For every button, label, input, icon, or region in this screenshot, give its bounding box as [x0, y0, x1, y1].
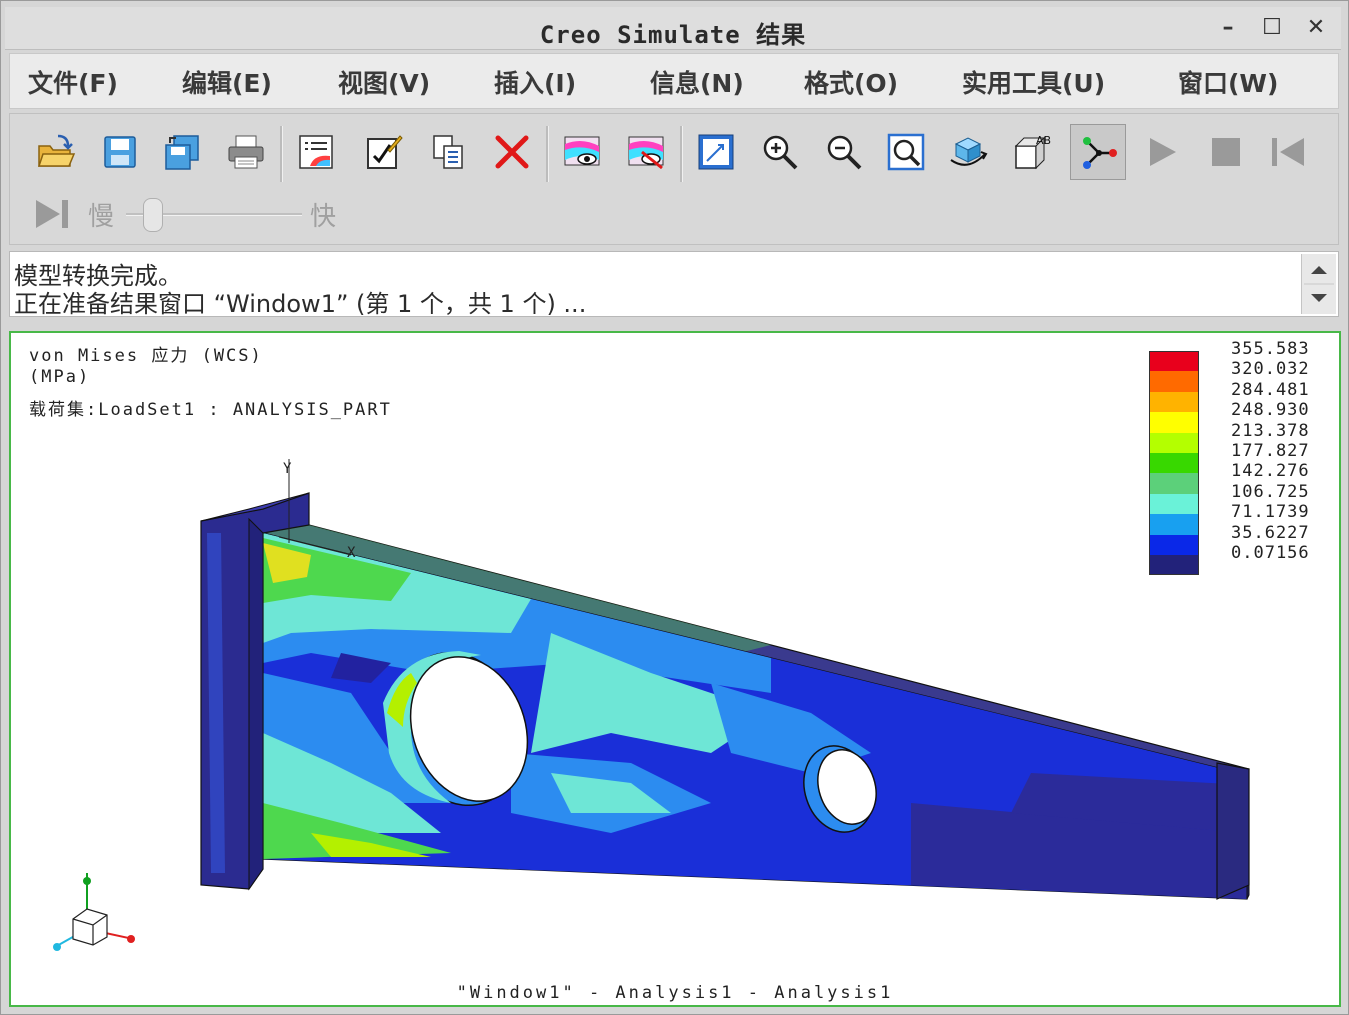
menu-format[interactable]: 格式(O) [804, 64, 898, 100]
show-result-icon[interactable] [554, 124, 610, 180]
svg-text:AB: AB [1036, 134, 1051, 147]
axis-x-label: X [347, 545, 356, 561]
message-scrollbar[interactable] [1301, 254, 1336, 314]
rewind-icon[interactable] [1260, 124, 1316, 180]
legend-value: 71.1739 [1231, 502, 1310, 523]
step-forward-icon[interactable] [30, 196, 78, 232]
menu-insert[interactable]: 插入(I) [494, 64, 576, 100]
window-analysis-footer: "Window1" - Analysis1 - Analysis1 [456, 983, 894, 1003]
zoom-out-icon[interactable] [816, 124, 872, 180]
print-icon[interactable] [218, 124, 274, 180]
window-title: Creo Simulate 结果 [539, 21, 807, 49]
results-viewport[interactable]: von Mises 应力 (WCS) (MPa) 载荷集:LoadSet1 : … [9, 331, 1341, 1007]
toolbar: AB 慢 快 [9, 113, 1339, 245]
triad-icon [53, 873, 135, 951]
legend-swatch [1149, 453, 1199, 474]
save-icon[interactable] [92, 124, 148, 180]
legend-swatch [1149, 391, 1199, 413]
legend-value: 248.930 [1231, 400, 1310, 421]
legend-value: 213.378 [1231, 420, 1310, 441]
zoom-window-icon[interactable] [878, 124, 934, 180]
legend-value: 142.276 [1231, 461, 1310, 482]
menu-utilities[interactable]: 实用工具(U) [962, 64, 1105, 100]
legend-value: 320.032 [1231, 359, 1310, 380]
label-icon[interactable]: AB [1004, 124, 1060, 180]
edit-definition-icon[interactable] [356, 124, 412, 180]
legend-value: 355.583 [1231, 339, 1310, 359]
message-line: 正在准备结果窗口 “Window1” (第 1 个，共 1 个) ... [14, 290, 587, 318]
stress-fringe-model: Y X [53, 459, 1250, 951]
speed-slow-label: 慢 [88, 202, 115, 232]
copy-icon[interactable] [420, 124, 476, 180]
scroll-down-icon [1311, 294, 1327, 302]
title-bar: Creo Simulate 结果 – ☐ ✕ [5, 7, 1341, 50]
speed-slider-thumb[interactable] [143, 198, 164, 232]
message-area: 模型转换完成。 正在准备结果窗口 “Window1” (第 1 个，共 1 个)… [9, 251, 1339, 318]
creo-simulate-window: Creo Simulate 结果 – ☐ ✕ 文件(F) 编辑(E) 视图(V)… [0, 0, 1349, 1015]
legend-value: 35.6227 [1231, 522, 1310, 543]
zoom-in-icon[interactable] [752, 124, 808, 180]
legend-swatch [1149, 412, 1199, 433]
delete-icon[interactable] [484, 124, 540, 180]
model-tree-icon[interactable] [1070, 124, 1126, 180]
speed-control: 慢 快 [30, 192, 370, 236]
legend-swatch [1149, 514, 1199, 535]
legend-swatch [1149, 534, 1199, 555]
scroll-up-icon [1311, 266, 1327, 274]
menu-file[interactable]: 文件(F) [28, 64, 118, 100]
menu-info[interactable]: 信息(N) [650, 64, 744, 100]
legend-value: 0.07156 [1231, 543, 1310, 563]
maximize-button[interactable]: ☐ [1257, 13, 1287, 43]
close-button[interactable]: ✕ [1301, 13, 1331, 43]
legend-swatch [1149, 555, 1199, 576]
speed-fast-label: 快 [310, 202, 337, 232]
result-window-icon[interactable] [288, 124, 344, 180]
menu-window[interactable]: 窗口(W) [1178, 64, 1278, 100]
open-icon[interactable] [28, 124, 84, 180]
legend-value: 284.481 [1231, 379, 1310, 400]
hide-result-icon[interactable] [618, 124, 674, 180]
stop-icon[interactable] [1198, 124, 1254, 180]
save-copy-icon[interactable] [154, 124, 210, 180]
menu-bar: 文件(F) 编辑(E) 视图(V) 插入(I) 信息(N) 格式(O) 实用工具… [9, 53, 1339, 109]
refit-icon[interactable] [688, 124, 744, 180]
legend-value: 177.827 [1231, 441, 1310, 461]
legend-swatch [1149, 432, 1199, 453]
legend-swatch [1149, 351, 1199, 372]
play-icon[interactable] [1134, 124, 1190, 180]
axis-y-label: Y [283, 461, 292, 477]
legend-swatch [1149, 371, 1199, 392]
legend-value: 106.725 [1231, 481, 1310, 502]
spin-icon[interactable] [940, 124, 996, 180]
menu-edit[interactable]: 编辑(E) [182, 64, 272, 100]
legend-swatch [1149, 473, 1199, 494]
legend-swatch [1149, 493, 1199, 515]
minimize-button[interactable]: – [1213, 13, 1243, 43]
menu-view[interactable]: 视图(V) [338, 64, 430, 100]
